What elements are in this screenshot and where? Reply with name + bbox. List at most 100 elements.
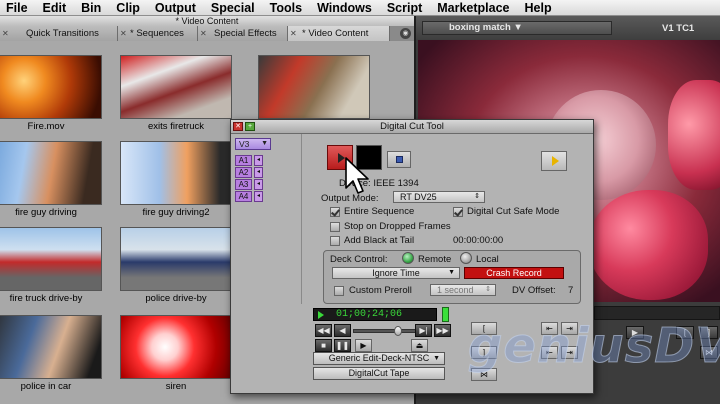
preview-button[interactable] [541,151,567,171]
track-a1[interactable]: A1 ◂ [235,155,275,166]
ignore-time-menu[interactable]: Ignore Time ▼ [332,267,460,279]
menu-tools[interactable]: Tools [270,0,302,16]
local-radio[interactable] [460,252,472,264]
preroll-value: 1 second [437,285,474,295]
menu-file[interactable]: File [6,0,28,16]
tracking-info[interactable]: V1 TC1 [662,23,694,34]
tab-close-icon[interactable]: ✕ [120,26,127,41]
clip-police-in-car[interactable]: police in car [0,315,102,392]
step-forward-icon[interactable]: ▶| [415,324,432,337]
tab-quick-transitions[interactable]: ✕ Quick Transitions [0,26,118,41]
dct-title-bar[interactable]: ✕ + Digital Cut Tool [231,120,593,134]
custom-preroll-checkbox[interactable] [334,286,344,296]
tab-close-icon[interactable]: ✕ [200,26,207,41]
clip-fire-truck-drive-by[interactable]: fire truck drive-by [0,227,102,304]
eject-icon[interactable]: ⏏ [411,339,428,352]
menu-special[interactable]: Special [211,0,255,16]
clip-thumbnail[interactable] [120,227,232,291]
stop-on-dropped-label: Stop on Dropped Frames [344,221,451,232]
bin-menu-icon[interactable]: ◉ [400,28,411,39]
safe-mode-checkbox[interactable] [453,207,463,217]
menu-clip[interactable]: Clip [116,0,140,16]
clip-siren[interactable]: siren [120,315,232,392]
clip-fire-guy-driving2[interactable]: fire guy driving2 [120,141,232,218]
clip-thumbnail[interactable] [0,227,102,291]
sequence-menu[interactable]: boxing match ▼ [422,21,612,35]
track-a4[interactable]: A4 ◂ [235,191,275,202]
minimize-icon[interactable]: + [245,122,255,131]
tab-close-icon[interactable]: ✕ [290,26,297,41]
deck-profile-value: Generic Edit-Deck-NTSC [328,353,430,363]
timecode-display[interactable]: 01;00;24;06 [313,308,437,321]
bin-tab-bar: ✕ Quick Transitions ✕ * Sequences ✕ Spec… [0,26,414,41]
clip-thumbnail[interactable] [120,315,232,379]
menu-script[interactable]: Script [387,0,422,16]
tab-sequences[interactable]: ✕ * Sequences [118,26,198,41]
tab-close-icon[interactable]: ✕ [2,26,9,41]
output-mode-menu[interactable]: RT DV25 ⇕ [393,191,485,203]
rewind-icon[interactable]: ◀◀ [315,324,332,337]
menu-edit[interactable]: Edit [43,0,67,16]
tab-special-effects[interactable]: ✕ Special Effects [198,26,288,41]
clip-label: fire guy driving [15,207,77,218]
pause-icon[interactable]: ❚❚ [334,339,351,352]
slider-knob[interactable] [394,326,402,336]
add-black-checkbox[interactable] [330,236,340,246]
track-label: V1 [662,22,674,34]
shuttle-slider[interactable] [353,326,421,336]
stop-icon[interactable]: ■ [315,339,332,352]
track-label: A2 [235,167,252,178]
menu-output[interactable]: Output [155,0,196,16]
clip-label: fire truck drive-by [9,293,83,304]
remote-radio[interactable] [402,252,414,264]
ignore-time-value: Ignore Time [372,268,420,278]
clip-label: police in car [20,381,72,392]
mouse-cursor-icon [345,157,369,194]
close-icon[interactable]: ✕ [233,122,243,131]
preroll-menu[interactable]: 1 second ⇕ [430,284,496,296]
bin-title: * Video Content [0,16,414,26]
clip-thumbnail[interactable] [258,55,370,119]
clip-thumbnail[interactable] [120,141,232,205]
speaker-icon[interactable]: ◂ [254,155,263,166]
speaker-icon[interactable]: ◂ [254,179,263,190]
stop-on-dropped-checkbox[interactable] [330,222,340,232]
black-duration[interactable]: 00:00:00:00 [453,235,503,246]
custom-preroll-label: Custom Preroll [349,285,412,296]
track-a3[interactable]: A3 ◂ [235,179,275,190]
clip-fire-mov[interactable]: Fire.mov [0,55,102,132]
fast-forward-icon[interactable]: ▶▶ [434,324,451,337]
menu-windows[interactable]: Windows [317,0,372,16]
menu-bin[interactable]: Bin [81,0,101,16]
play-icon[interactable]: ▶ [355,339,372,352]
tape-name-button[interactable]: DigitalCut Tape [313,367,445,380]
play-indicator-icon [318,311,324,319]
track-selector: V3 ▼ A1 ◂ A2 ◂ A3 ◂ A4 ◂ [235,138,275,203]
clip-thumbnail[interactable] [120,55,232,119]
dv-offset-value[interactable]: 7 [568,285,573,296]
play-icon [552,156,559,166]
menu-marketplace[interactable]: Marketplace [437,0,509,16]
clip-police-drive-by[interactable]: police drive-by [120,227,232,304]
tab-video-content[interactable]: ✕ * Video Content [288,26,390,41]
speaker-icon[interactable]: ◂ [254,167,263,178]
clip-firetruck-3[interactable] [258,55,370,119]
clip-thumbnail[interactable] [0,55,102,119]
clip-thumbnail[interactable] [0,141,102,205]
tc-label: TC1 [676,22,695,34]
entire-sequence-checkbox[interactable] [330,207,340,217]
clip-exits-firetruck[interactable]: exits firetruck [120,55,232,132]
menu-help[interactable]: Help [525,0,552,16]
safe-mode-label: Digital Cut Safe Mode [467,206,560,217]
speaker-icon[interactable]: ◂ [254,191,263,202]
record-button[interactable] [387,151,411,168]
tab-label: Special Effects [214,28,277,39]
video-track-menu[interactable]: V3 ▼ [235,138,271,150]
crash-record-button[interactable]: Crash Record [464,267,564,279]
clip-thumbnail[interactable] [0,315,102,379]
deck-status-indicator [442,307,449,322]
step-back-icon[interactable]: ◀ [334,324,351,337]
track-a2[interactable]: A2 ◂ [235,167,275,178]
deck-profile-menu[interactable]: Generic Edit-Deck-NTSC ▼ [313,352,445,365]
clip-fire-guy-driving[interactable]: fire guy driving [0,141,102,218]
